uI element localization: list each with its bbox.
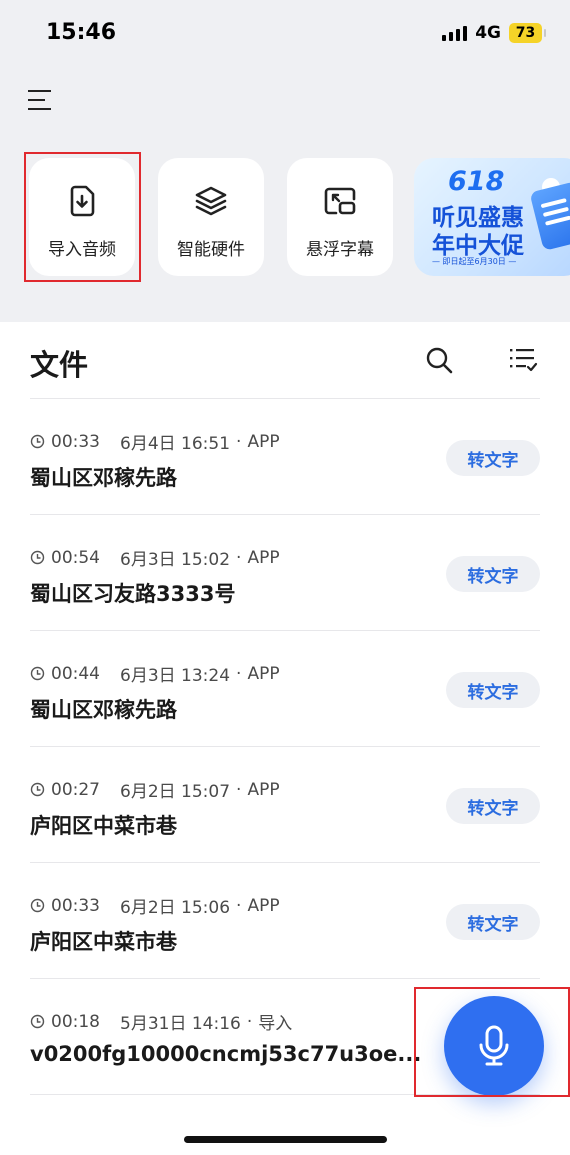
file-meta: 00:33 6月4日 16:51 · APP [30,429,280,454]
status-time: 15:46 [46,20,117,45]
file-datetime: 6月3日 13:24 [120,666,231,686]
file-name: 庐阳区中菜市巷 [30,930,177,954]
meta-separator: · [236,431,242,452]
clock-icon [30,550,45,565]
battery-icon: 73 [509,23,546,43]
file-source: APP [247,779,280,800]
promo-banner-618[interactable]: 618 听见盛惠 年中大促 — 即日起至6月30日 — [414,158,570,276]
convert-to-text-button[interactable]: 转文字 [446,672,540,708]
file-row[interactable]: 00:44 6月3日 13:24 · APP 蜀山区邓稼先路 转文字 [0,631,570,747]
file-name: 蜀山区邓稼先路 [30,466,177,490]
file-duration: 00:33 [51,431,100,452]
file-duration: 00:44 [51,663,100,684]
file-row[interactable]: 00:27 6月2日 15:07 · APP 庐阳区中菜市巷 转文字 [0,747,570,863]
file-duration: 00:27 [51,779,100,800]
promo-badge: 618 [448,166,505,197]
file-datetime: 6月4日 16:51 [120,434,231,454]
floating-subtitle-label: 悬浮字幕 [306,240,374,260]
home-indicator [184,1136,387,1143]
file-row[interactable]: 00:33 6月2日 15:06 · APP 庐阳区中菜市巷 转文字 [0,863,570,979]
file-meta: 00:27 6月2日 15:07 · APP [30,777,280,802]
sort-filter-icon[interactable] [506,346,538,374]
file-source: APP [247,895,280,916]
promo-subtitle: — 即日起至6月30日 — [432,257,517,266]
file-duration: 00:54 [51,547,100,568]
file-name: 蜀山区习友路3333号 [30,582,236,606]
file-source: 导入 [258,1014,293,1034]
meta-separator: · [246,1011,253,1032]
smart-hardware-card[interactable]: 智能硬件 [158,158,264,276]
convert-to-text-button[interactable]: 转文字 [446,904,540,940]
layers-icon [195,186,227,216]
floating-subtitle-card[interactable]: 悬浮字幕 [287,158,393,276]
file-datetime: 6月2日 15:07 [120,782,231,802]
file-name: 蜀山区邓稼先路 [30,698,177,722]
meta-separator: · [236,663,242,684]
highlight-box-import [24,152,141,282]
meta-separator: · [236,547,242,568]
file-meta: 00:44 6月3日 13:24 · APP [30,661,280,686]
file-datetime: 5月31日 14:16 [120,1014,241,1034]
file-name: v0200fg10000cncmj53c77u3oe... [30,1042,422,1066]
convert-to-text-button[interactable]: 转文字 [446,556,540,592]
smart-hardware-label: 智能硬件 [177,240,245,260]
file-source: APP [247,547,280,568]
meta-separator: · [236,779,242,800]
menu-icon[interactable] [27,88,55,112]
meta-separator: · [236,895,242,916]
convert-to-text-button[interactable]: 转文字 [446,440,540,476]
clock-icon [30,782,45,797]
file-duration: 00:18 [51,1011,100,1032]
convert-to-text-button[interactable]: 转文字 [446,788,540,824]
file-datetime: 6月2日 15:06 [120,898,231,918]
file-name: 庐阳区中菜市巷 [30,814,177,838]
promo-line2: 年中大促 [432,233,524,259]
file-meta: 00:33 6月2日 15:06 · APP [30,893,280,918]
signal-icon [442,25,468,41]
files-title: 文件 [30,348,89,382]
clock-icon [30,434,45,449]
file-meta: 00:18 5月31日 14:16 · 导入 [30,1009,292,1034]
search-icon[interactable] [424,345,454,375]
file-source: APP [247,431,280,452]
file-row[interactable]: 00:33 6月4日 16:51 · APP 蜀山区邓稼先路 转文字 [0,399,570,515]
promo-phone-graphic [529,181,570,251]
clock-icon [30,666,45,681]
network-label: 4G [475,23,501,43]
battery-level: 73 [515,25,536,41]
file-duration: 00:33 [51,895,100,916]
file-row[interactable]: 00:54 6月3日 15:02 · APP 蜀山区习友路3333号 转文字 [0,515,570,631]
clock-icon [30,1014,45,1029]
floating-subtitle-icon [324,187,356,215]
file-datetime: 6月3日 15:02 [120,550,231,570]
status-indicators: 4G 73 [442,22,546,44]
file-meta: 00:54 6月3日 15:02 · APP [30,545,280,570]
file-source: APP [247,663,280,684]
clock-icon [30,898,45,913]
highlight-box-mic [414,987,570,1097]
